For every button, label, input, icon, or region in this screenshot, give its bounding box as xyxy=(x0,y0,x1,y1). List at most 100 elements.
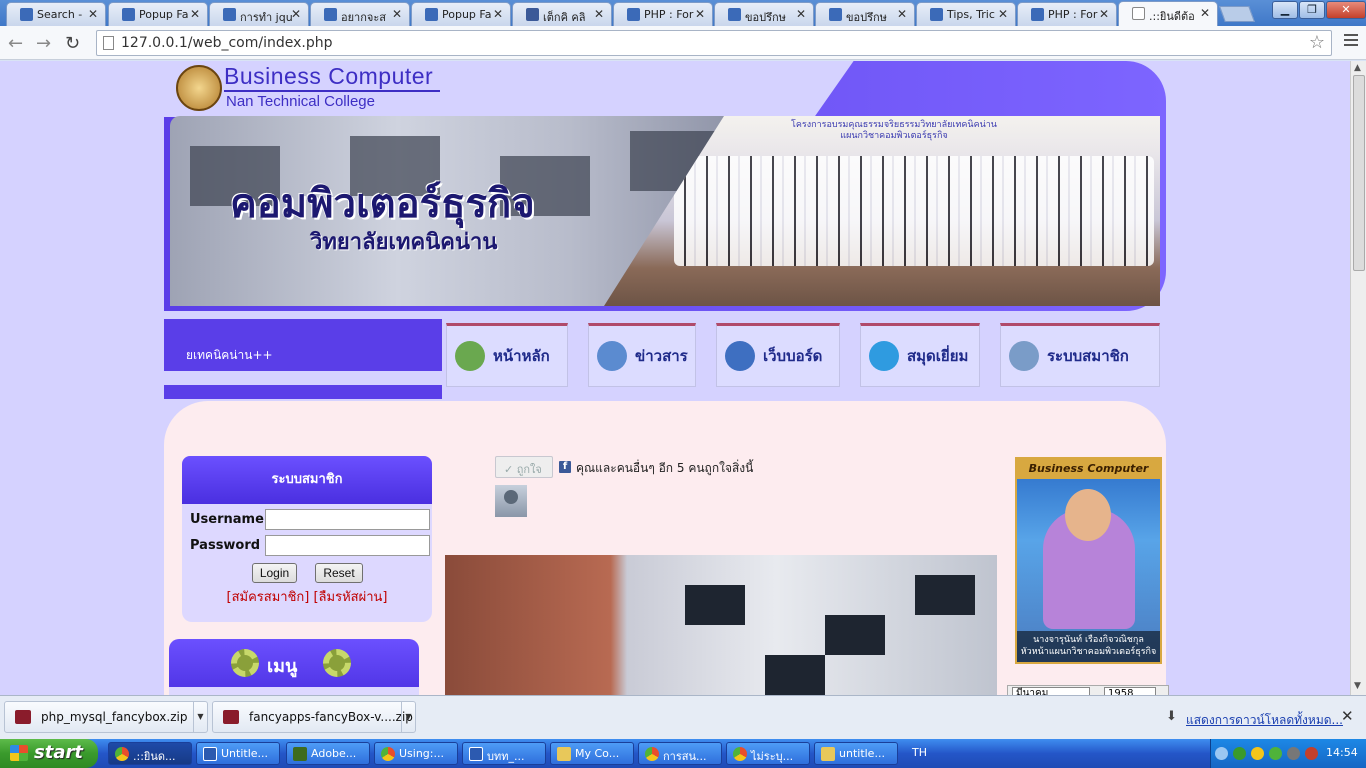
download-item[interactable]: fancyapps-fancyBox-v....zip ▼ xyxy=(212,701,416,733)
browser-menu-button[interactable] xyxy=(1344,34,1358,49)
back-button[interactable]: ← xyxy=(8,33,23,54)
tab-title: Tips, Tric xyxy=(947,8,995,21)
close-icon[interactable]: ✕ xyxy=(291,7,301,21)
browser-tab[interactable]: Popup Fa ✕ xyxy=(411,2,511,26)
close-icon[interactable]: ✕ xyxy=(1200,6,1210,20)
taskbar-item-label: Using:... xyxy=(399,747,444,760)
reload-button[interactable]: ↻ xyxy=(65,33,80,54)
username-input[interactable] xyxy=(265,509,430,530)
scroll-up-icon[interactable]: ▲ xyxy=(1354,63,1361,73)
nav-item-member[interactable]: ระบบสมาชิก xyxy=(1000,323,1160,387)
scroll-down-icon[interactable]: ▼ xyxy=(1354,681,1361,691)
browser-tabstrip: Search - ✕ Popup Fa ✕ การทำ jqu ✕ อยากจะส ✕ … xyxy=(0,0,1366,26)
close-icon[interactable]: ✕ xyxy=(998,7,1008,21)
month-select[interactable]: มีนาคม xyxy=(1012,687,1090,695)
bookmark-star-icon[interactable]: ☆ xyxy=(1309,32,1325,53)
year-select[interactable]: 1958 xyxy=(1104,687,1156,695)
scrollbar-thumb[interactable] xyxy=(1353,75,1365,271)
maximize-button[interactable]: ❐ xyxy=(1299,1,1325,19)
page-viewport: Business Computer Nan Technical College … xyxy=(0,61,1350,695)
chrome-icon xyxy=(115,747,129,761)
window-close-button[interactable]: ✕ xyxy=(1326,1,1366,19)
security-icon[interactable] xyxy=(1269,747,1282,760)
close-icon[interactable]: ✕ xyxy=(695,7,705,21)
chrome-icon xyxy=(381,747,395,761)
taskbar-item[interactable]: ไม่ระบุ... xyxy=(726,742,810,765)
brand-divider xyxy=(224,90,440,92)
download-item[interactable]: php_mysql_fancybox.zip ▼ xyxy=(4,701,208,733)
facebook-like-button[interactable]: ✓ ถูกใจ xyxy=(495,456,553,478)
taskbar-item[interactable]: Untitle... xyxy=(196,742,280,765)
download-icon: ⬇ xyxy=(1166,709,1177,724)
marquee-text: ยเทคนิคน่าน++ xyxy=(186,348,273,362)
taskbar-item[interactable]: บทท_... xyxy=(462,742,546,765)
browser-tab[interactable]: PHP : For ✕ xyxy=(613,2,713,26)
login-button[interactable]: Login xyxy=(252,563,297,583)
browser-tab[interactable]: Search - ✕ xyxy=(6,2,106,26)
nav-item-webboard[interactable]: เว็บบอร์ด xyxy=(716,323,840,387)
close-icon[interactable]: ✕ xyxy=(190,7,200,21)
start-button[interactable]: start xyxy=(0,739,98,768)
chevron-down-icon[interactable]: ▼ xyxy=(401,702,415,732)
menu-divider xyxy=(169,687,419,695)
tray-arrow-icon[interactable] xyxy=(1215,747,1228,760)
vertical-scrollbar[interactable]: ▲ ▼ xyxy=(1350,61,1366,695)
address-bar[interactable]: 127.0.0.1/web_com/index.php ☆ xyxy=(96,30,1332,56)
app-tray-icon[interactable] xyxy=(1305,747,1318,760)
clock[interactable]: 14:54 xyxy=(1326,746,1358,759)
close-icon[interactable]: ✕ xyxy=(594,7,604,21)
driver-icon[interactable] xyxy=(1287,747,1300,760)
chrome-icon xyxy=(645,747,659,761)
tab-title: อยากจะส xyxy=(341,11,386,24)
taskbar-item-label: My Co... xyxy=(575,747,620,760)
photo-sign-text: โครงการอบรมคุณธรรมจริยธรรมวิทยาลัยเทคนิค… xyxy=(791,120,997,141)
login-box: ระบบสมาชิก Username Password Login Reset… xyxy=(182,456,432,622)
chrome-icon xyxy=(733,747,747,761)
browser-tab[interactable]: ขอปรึกษ ✕ xyxy=(714,2,814,26)
close-icon[interactable]: ✕ xyxy=(796,7,806,21)
close-icon[interactable]: ✕ xyxy=(493,7,503,21)
reset-button[interactable]: Reset xyxy=(315,563,363,583)
marquee-stripe xyxy=(164,371,442,385)
close-icon[interactable]: ✕ xyxy=(1341,707,1354,725)
chevron-down-icon[interactable]: ▼ xyxy=(193,702,207,732)
browser-tab[interactable]: PHP : For ✕ xyxy=(1017,2,1117,26)
nav-item-news[interactable]: ข่าวสาร xyxy=(588,323,696,387)
register-forgot-links[interactable]: [สมัครสมาชิก] [ลืมรหัสผ่าน] xyxy=(182,586,432,607)
forward-button[interactable]: → xyxy=(36,33,51,54)
download-filename: fancyapps-fancyBox-v....zip xyxy=(249,710,413,724)
avatar[interactable] xyxy=(495,485,527,517)
close-icon[interactable]: ✕ xyxy=(392,7,402,21)
browser-tab[interactable]: การทำ jqu ✕ xyxy=(209,2,309,26)
browser-tab[interactable]: ขอปรึกษ ✕ xyxy=(815,2,915,26)
taskbar-item[interactable]: My Co... xyxy=(550,742,634,765)
forum-icon xyxy=(1031,8,1044,21)
close-icon[interactable]: ✕ xyxy=(88,7,98,21)
minimize-button[interactable]: ▁ xyxy=(1272,1,1298,19)
nav-item-home[interactable]: หน้าหลัก xyxy=(446,323,568,387)
volume-icon[interactable] xyxy=(1251,747,1264,760)
new-tab-button[interactable] xyxy=(1219,6,1255,22)
forum-icon xyxy=(930,8,943,21)
taskbar-item[interactable]: Using:... xyxy=(374,742,458,765)
close-icon[interactable]: ✕ xyxy=(897,7,907,21)
browser-tab[interactable]: Tips, Tric ✕ xyxy=(916,2,1016,26)
taskbar-item[interactable]: การสน... xyxy=(638,742,722,765)
browser-tab[interactable]: Popup Fa ✕ xyxy=(108,2,208,26)
teacher-role: หัวหน้าแผนกวิชาคอมพิวเตอร์ธุรกิจ xyxy=(1020,647,1157,657)
browser-tab-active[interactable]: .::ยินดีต้อ ✕ xyxy=(1118,1,1218,26)
password-input[interactable] xyxy=(265,535,430,556)
network-icon[interactable] xyxy=(1233,747,1246,760)
browser-toolbar: ← → ↻ 127.0.0.1/web_com/index.php ☆ xyxy=(0,26,1366,60)
taskbar-item[interactable]: .::ยินด... xyxy=(108,742,192,765)
forum-icon xyxy=(425,8,438,21)
nav-item-guestbook[interactable]: สมุดเยี่ยม xyxy=(860,323,980,387)
language-indicator[interactable]: TH xyxy=(912,746,927,759)
show-all-downloads-link[interactable]: แสดงการดาวน์โหลดทั้งหมด... xyxy=(1186,711,1343,730)
computer-lab-photo xyxy=(445,555,997,695)
browser-tab[interactable]: เต็กคิ คลิ ✕ xyxy=(512,2,612,26)
taskbar-item[interactable]: Adobe... xyxy=(286,742,370,765)
browser-tab[interactable]: อยากจะส ✕ xyxy=(310,2,410,26)
close-icon[interactable]: ✕ xyxy=(1099,7,1109,21)
taskbar-item[interactable]: untitle... xyxy=(814,742,898,765)
